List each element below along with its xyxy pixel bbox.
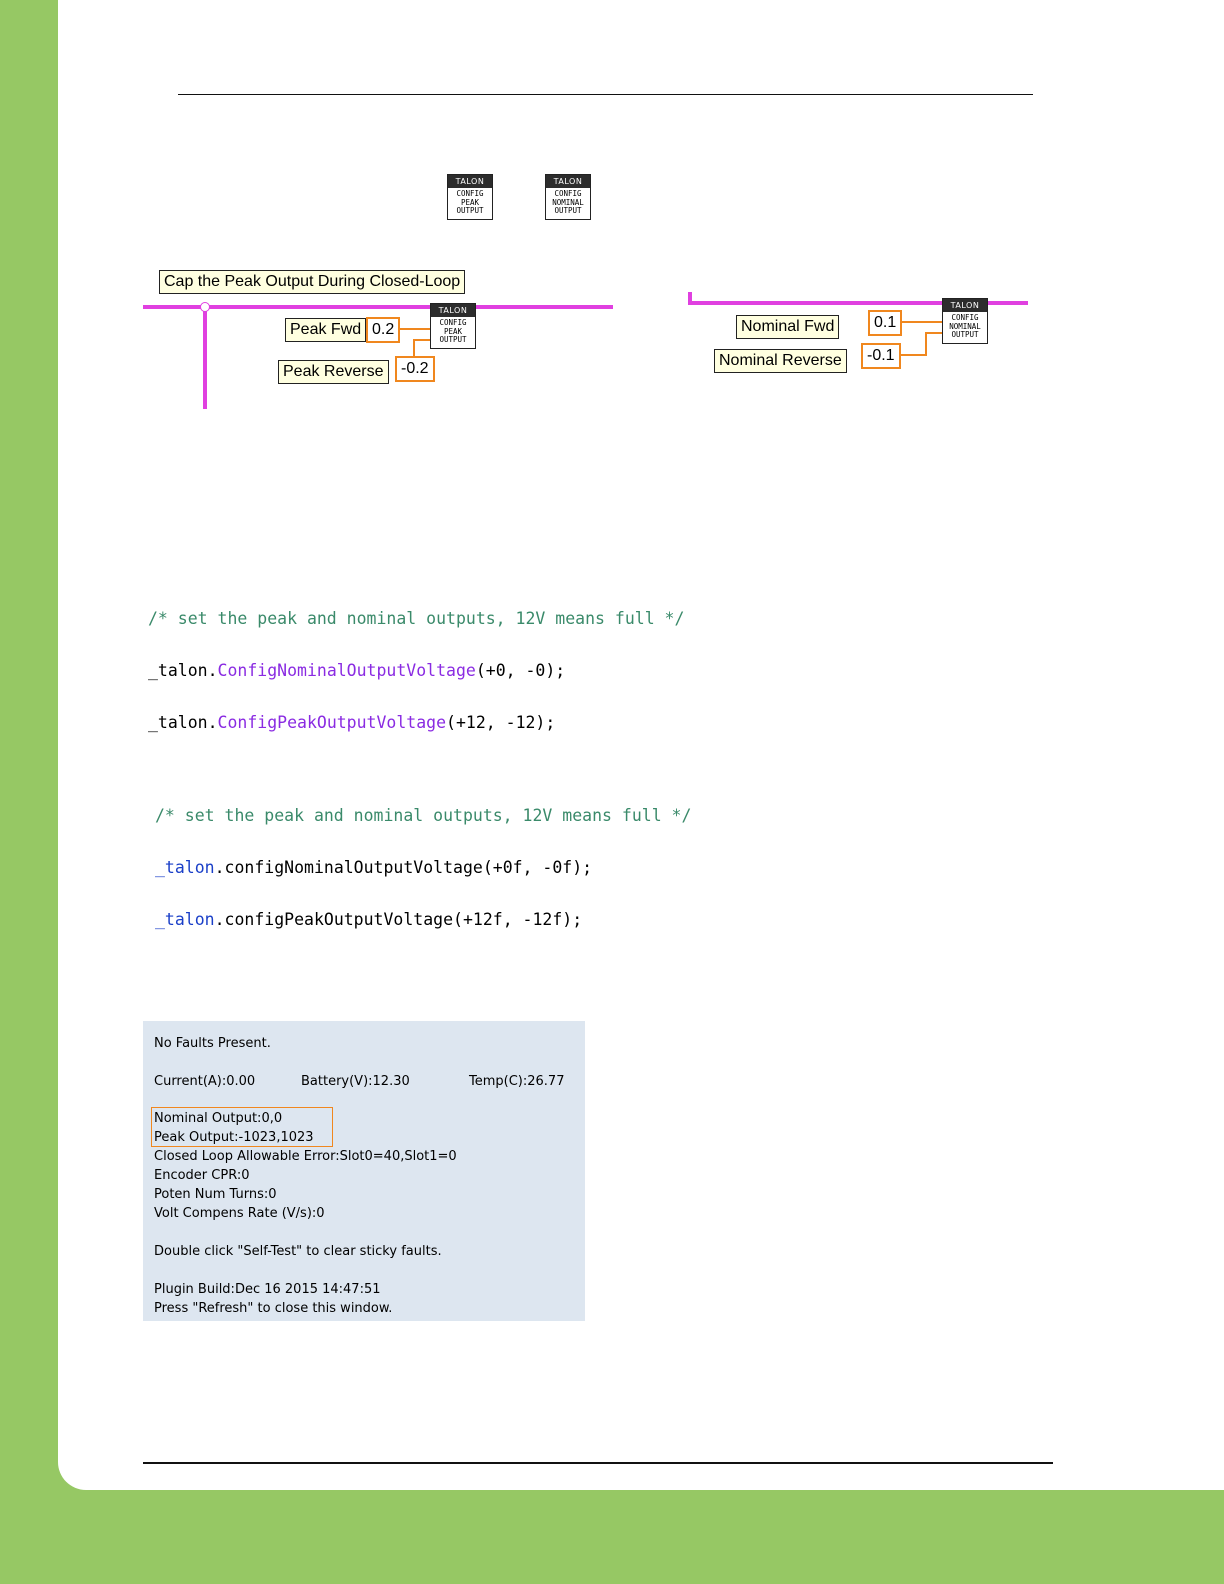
refresh-hint-text: Press "Refresh" to close this window. xyxy=(154,1301,393,1316)
cpp-line-nominal: _talon.ConfigNominalOutputVoltage(+0, -0… xyxy=(148,661,566,680)
faults-text: No Faults Present. xyxy=(154,1036,271,1051)
peak-fwd-constant[interactable]: 0.2 xyxy=(366,317,401,343)
self-test-panel: No Faults Present. Current(A):0.00 Batte… xyxy=(143,1021,585,1321)
nominal-reverse-label: Nominal Reverse xyxy=(714,349,847,373)
reference-wire-branch xyxy=(203,305,207,409)
volt-compens-text: Volt Compens Rate (V/s):0 xyxy=(154,1206,325,1221)
poten-turns-text: Poten Num Turns:0 xyxy=(154,1187,277,1202)
reference-wire-right-stub xyxy=(688,292,692,304)
config-nominal-output-icon: TALON CONFIG NOMINAL OUTPUT xyxy=(545,174,591,220)
battery-text: Battery(V):12.30 xyxy=(301,1074,410,1089)
encoder-cpr-text: Encoder CPR:0 xyxy=(154,1168,250,1183)
nominal-fwd-constant[interactable]: 0.1 xyxy=(868,310,903,336)
peak-reverse-label: Peak Reverse xyxy=(278,360,389,384)
peak-fwd-label: Peak Fwd xyxy=(285,318,367,342)
nominal-output-text: Nominal Output:0,0 xyxy=(154,1111,283,1126)
java-code-block: /* set the peak and nominal outputs, 12V… xyxy=(155,777,691,959)
current-text: Current(A):0.00 xyxy=(154,1074,256,1089)
peak-fwd-wire xyxy=(398,328,430,330)
peak-reverse-constant[interactable]: -0.2 xyxy=(395,356,435,382)
cpp-line-peak: _talon.ConfigPeakOutputVoltage(+12, -12)… xyxy=(148,713,556,732)
snippet-title-label: Cap the Peak Output During Closed-Loop xyxy=(159,270,466,294)
nominal-rev-wire-v xyxy=(925,332,927,356)
nominal-reverse-constant[interactable]: -0.1 xyxy=(861,343,901,369)
nominal-rev-wire-h1 xyxy=(900,354,926,356)
peak-output-text: Peak Output:-1023,1023 xyxy=(154,1130,314,1145)
closed-loop-error-text: Closed Loop Allowable Error:Slot0=40,Slo… xyxy=(154,1149,457,1164)
java-line-peak: _talon.configPeakOutputVoltage(+12f, -12… xyxy=(155,910,583,929)
wire-junction xyxy=(200,302,210,312)
footer-rule xyxy=(143,1462,1053,1464)
java-comment: /* set the peak and nominal outputs, 12V… xyxy=(155,806,692,825)
peak-rev-wire-h xyxy=(413,339,430,341)
config-peak-output-icon: TALON CONFIG PEAK OUTPUT xyxy=(447,174,493,220)
reference-wire xyxy=(143,305,613,309)
self-test-hint-text: Double click "Self-Test" to clear sticky… xyxy=(154,1244,442,1259)
nominal-fwd-wire xyxy=(900,321,942,323)
cpp-comment: /* set the peak and nominal outputs, 12V… xyxy=(148,609,685,628)
config-nominal-output-node: TALON CONFIG NOMINAL OUTPUT xyxy=(942,298,988,344)
cpp-code-block: /* set the peak and nominal outputs, 12V… xyxy=(148,580,684,762)
nominal-fwd-label: Nominal Fwd xyxy=(736,315,840,339)
config-peak-output-node: TALON CONFIG PEAK OUTPUT xyxy=(430,303,476,349)
java-line-nominal: _talon.configNominalOutputVoltage(+0f, -… xyxy=(155,858,593,877)
nominal-rev-wire-h2 xyxy=(925,332,942,334)
header-rule xyxy=(178,94,1033,95)
plugin-build-text: Plugin Build:Dec 16 2015 14:47:51 xyxy=(154,1282,381,1297)
temp-text: Temp(C):26.77 xyxy=(469,1074,565,1089)
